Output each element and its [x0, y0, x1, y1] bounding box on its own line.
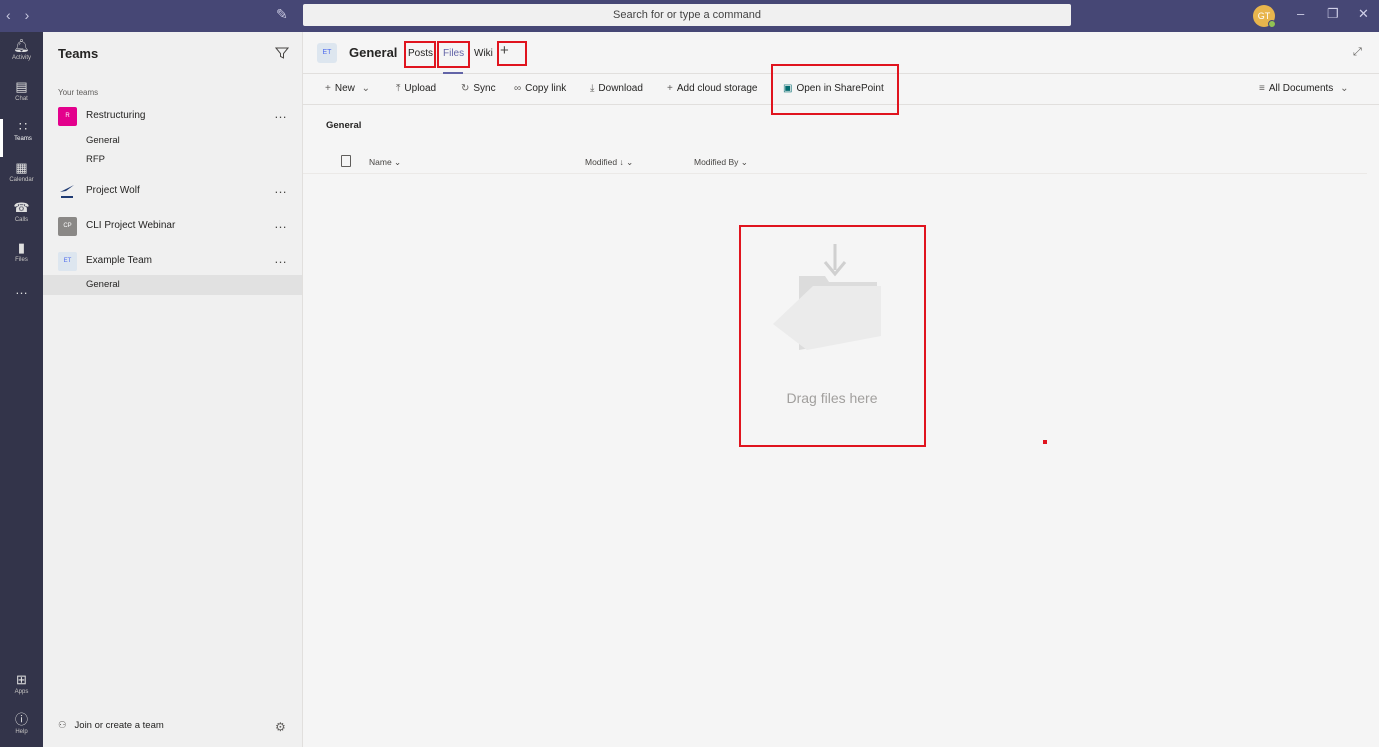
teams-sidebar: Teams Your teams R Restructuring … Gener…	[43, 32, 303, 747]
phone-icon: ☎	[13, 200, 30, 215]
chevron-down-icon: ⌄	[361, 83, 371, 94]
rail-teams[interactable]: ∷ Teams	[0, 119, 43, 157]
file-icon: ▮	[17, 240, 26, 255]
channel-title: General	[349, 45, 398, 60]
list-view-icon: ≡	[1259, 83, 1265, 94]
column-name[interactable]: Name ⌄	[369, 157, 401, 168]
rail-help[interactable]: ⓘ Help	[0, 712, 43, 747]
team-avatar: R	[58, 107, 77, 126]
rail-more[interactable]: …	[0, 282, 43, 320]
channel-item[interactable]: RFP	[43, 150, 302, 170]
plus-icon: +	[667, 83, 673, 94]
copy-link-button[interactable]: ∞ Copy link	[514, 83, 566, 94]
history-nav: ‹ ›	[6, 7, 39, 23]
highlight-box-drop-zone	[739, 225, 926, 447]
calendar-icon: ▦	[15, 160, 28, 175]
back-icon[interactable]: ‹	[6, 7, 11, 23]
team-cli-project-webinar[interactable]: CP CLI Project Webinar …	[43, 215, 302, 239]
document-icon	[341, 155, 351, 167]
team-restructuring[interactable]: R Restructuring …	[43, 105, 302, 129]
highlight-box-files	[437, 41, 470, 68]
join-create-team-button[interactable]: ⚇ Join or create a team	[58, 720, 164, 731]
help-icon: ⓘ	[14, 712, 28, 727]
column-modified[interactable]: Modified ↓ ⌄	[585, 157, 633, 168]
team-name: Restructuring	[86, 110, 146, 121]
apps-icon: ⊞	[16, 672, 27, 687]
add-cloud-storage-button[interactable]: + Add cloud storage	[667, 83, 757, 94]
chat-icon: ▤	[15, 79, 28, 94]
plus-icon: +	[325, 83, 331, 94]
rail-apps[interactable]: ⊞ Apps	[0, 672, 43, 710]
your-teams-label: Your teams	[58, 88, 99, 97]
highlight-box-sharepoint	[771, 64, 899, 115]
more-options-icon[interactable]: …	[274, 181, 287, 196]
channel-item[interactable]: General	[43, 131, 302, 151]
minimize-icon[interactable]: –	[1297, 6, 1304, 21]
new-chat-icon[interactable]: ✎	[276, 6, 288, 23]
breadcrumb[interactable]: General	[326, 120, 361, 131]
download-icon: ⤓	[590, 83, 595, 94]
gear-icon[interactable]: ⚙	[275, 720, 286, 734]
channel-avatar: ET	[317, 43, 337, 63]
more-options-icon[interactable]: …	[274, 251, 287, 266]
join-team-icon: ⚇	[58, 720, 67, 731]
user-initials: GT	[1257, 11, 1271, 21]
restore-icon[interactable]: ❐	[1327, 6, 1339, 22]
teams-icon: ∷	[18, 119, 28, 134]
rail-calls[interactable]: ☎ Calls	[0, 200, 43, 238]
upload-button[interactable]: ⤒ Upload	[396, 83, 436, 94]
filter-icon[interactable]	[275, 46, 289, 60]
team-example-team[interactable]: ET Example Team …	[43, 250, 302, 274]
rail-activity[interactable]: 🔔︎ Activity	[0, 38, 43, 76]
tab-wiki[interactable]: Wiki	[474, 48, 493, 59]
upload-icon: ⤒	[396, 83, 401, 94]
rail-files[interactable]: ▮ Files	[0, 240, 43, 278]
team-logo	[58, 182, 77, 201]
new-button[interactable]: + New ⌄	[325, 83, 374, 94]
bell-icon: 🔔︎	[13, 38, 30, 53]
annotation-dot	[1043, 440, 1047, 444]
app-rail: 🔔︎ Activity ▤ Chat ∷ Teams ▦ Calendar ☎ …	[0, 32, 43, 747]
wolf-logo-icon	[60, 185, 74, 198]
sync-icon: ↻	[461, 83, 470, 94]
search-command-box[interactable]: Search for or type a command	[303, 4, 1071, 26]
rail-chat[interactable]: ▤ Chat	[0, 79, 43, 117]
forward-icon[interactable]: ›	[25, 7, 30, 23]
sidebar-title: Teams	[58, 46, 99, 61]
more-icon: …	[15, 282, 28, 297]
sync-button[interactable]: ↻ Sync	[461, 83, 496, 94]
column-modified-by[interactable]: Modified By ⌄	[694, 157, 748, 168]
channel-item-active[interactable]: General	[43, 275, 302, 295]
chevron-down-icon: ⌄	[1340, 83, 1349, 94]
more-options-icon[interactable]: …	[274, 216, 287, 231]
expand-icon[interactable]: ⤢	[1353, 46, 1362, 59]
highlight-box-add-tab	[497, 41, 527, 66]
team-project-wolf[interactable]: Project Wolf …	[43, 180, 302, 204]
title-bar: ‹ › ✎ Search for or type a command GT – …	[0, 0, 1379, 32]
view-selector[interactable]: ≡ All Documents ⌄	[1259, 83, 1352, 94]
file-list-header: Name ⌄ Modified ↓ ⌄ Modified By ⌄	[303, 150, 1367, 174]
link-icon: ∞	[514, 83, 522, 94]
team-avatar: ET	[58, 252, 77, 271]
user-avatar[interactable]: GT	[1253, 5, 1276, 28]
presence-available-icon	[1268, 20, 1276, 28]
close-icon[interactable]: ✕	[1358, 6, 1369, 22]
download-button[interactable]: ⤓ Download	[590, 83, 643, 94]
highlight-box-posts	[404, 41, 436, 68]
team-avatar: CP	[58, 217, 77, 236]
team-name: Project Wolf	[86, 185, 140, 196]
rail-calendar[interactable]: ▦ Calendar	[0, 160, 43, 198]
more-options-icon[interactable]: …	[274, 106, 287, 121]
team-name: CLI Project Webinar	[86, 220, 176, 231]
team-name: Example Team	[86, 255, 152, 266]
